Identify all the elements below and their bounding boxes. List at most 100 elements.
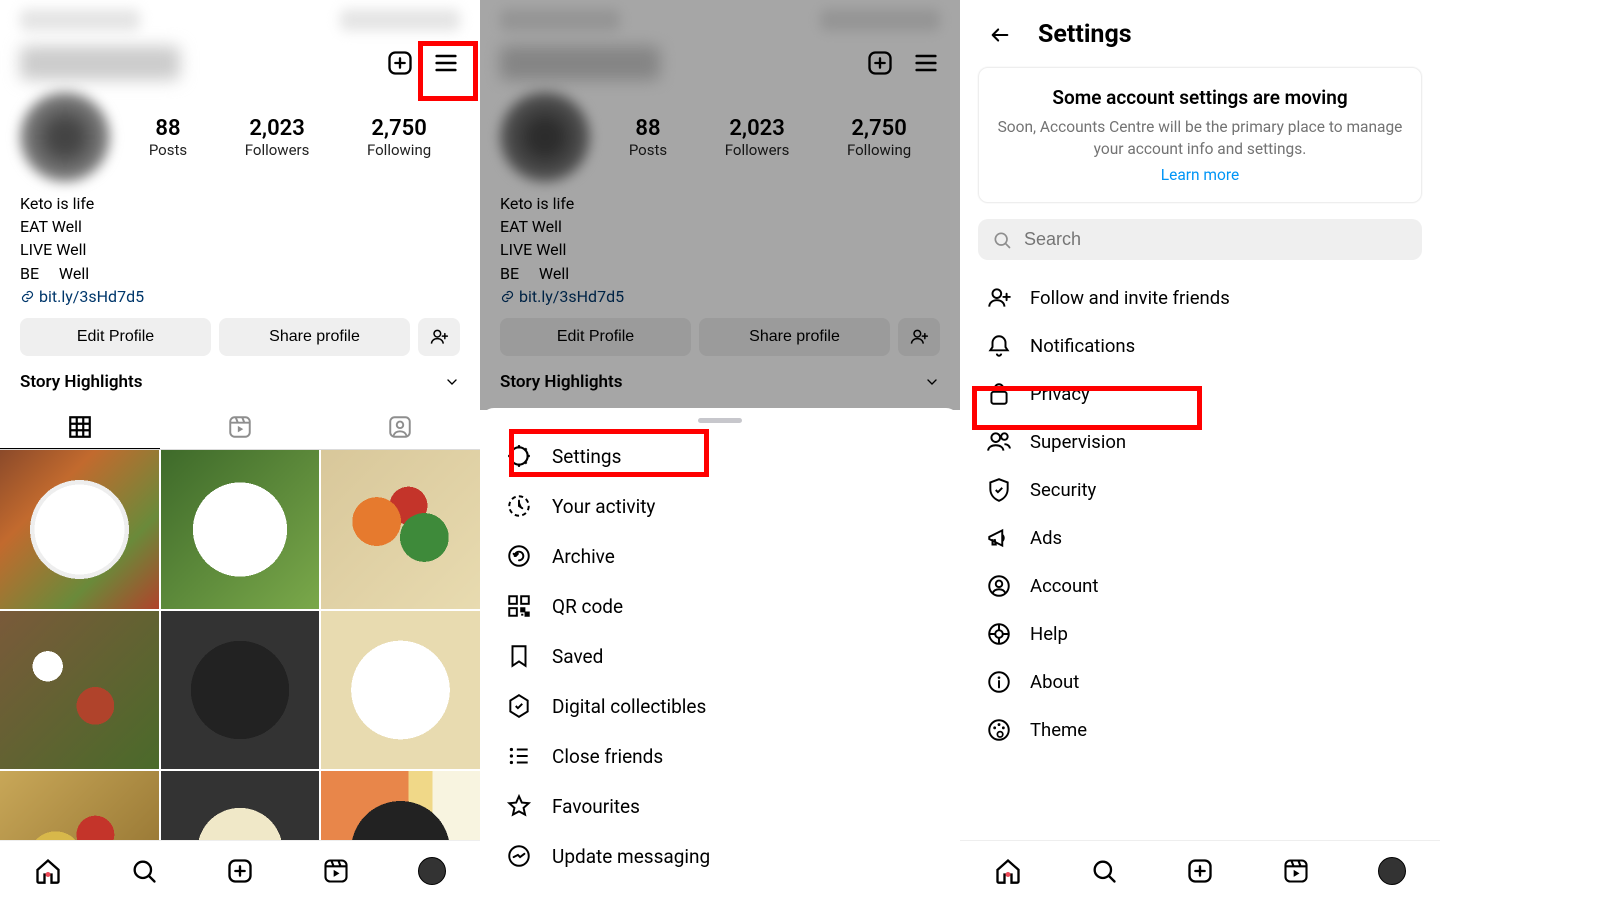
nav-home-icon[interactable] bbox=[994, 857, 1022, 885]
reels-icon bbox=[227, 414, 253, 440]
settings-item-theme[interactable]: Theme bbox=[960, 706, 1440, 754]
menu-item-archive[interactable]: Archive bbox=[480, 531, 960, 581]
link-icon bbox=[20, 289, 35, 304]
settings-item-ads[interactable]: Ads bbox=[960, 514, 1440, 562]
grid-icon bbox=[67, 414, 93, 440]
setting-label: Notifications bbox=[1030, 335, 1135, 357]
notice-title: Some account settings are moving bbox=[995, 86, 1405, 109]
nav-profile-avatar[interactable] bbox=[418, 857, 446, 885]
settings-title: Settings bbox=[1038, 20, 1132, 49]
lock-icon bbox=[986, 381, 1012, 407]
setting-label: Ads bbox=[1030, 527, 1062, 549]
settings-item-account[interactable]: Account bbox=[960, 562, 1440, 610]
sheet-handle[interactable] bbox=[698, 418, 742, 423]
profile-screen: 88Posts 2,023Followers 2,750Following Ke… bbox=[0, 0, 480, 900]
help-icon bbox=[986, 621, 1012, 647]
setting-label: Supervision bbox=[1030, 431, 1126, 453]
following-count: 2,750 bbox=[367, 116, 431, 141]
profile-avatar[interactable] bbox=[20, 92, 110, 182]
post-thumbnail[interactable] bbox=[321, 611, 480, 770]
archive-icon bbox=[506, 543, 532, 569]
notification-dot bbox=[1006, 872, 1011, 877]
info-icon bbox=[986, 669, 1012, 695]
post-thumbnail[interactable] bbox=[0, 611, 159, 770]
bottom-nav bbox=[960, 840, 1440, 900]
menu-item-settings[interactable]: Settings bbox=[480, 431, 960, 481]
posts-grid bbox=[0, 450, 480, 900]
settings-search[interactable] bbox=[978, 219, 1422, 260]
setting-label: Security bbox=[1030, 479, 1096, 501]
menu-item-qr[interactable]: QR code bbox=[480, 581, 960, 631]
bell-icon bbox=[986, 333, 1012, 359]
settings-notice: Some account settings are moving Soon, A… bbox=[978, 67, 1422, 203]
nav-reels-icon[interactable] bbox=[322, 857, 350, 885]
story-highlights-toggle[interactable]: Story Highlights bbox=[0, 360, 480, 402]
tab-grid[interactable] bbox=[0, 406, 160, 449]
search-icon bbox=[992, 230, 1012, 250]
redacted bbox=[340, 9, 460, 31]
menu-item-label: Update messaging bbox=[552, 845, 710, 868]
posts-count: 88 bbox=[149, 116, 187, 141]
star-icon bbox=[506, 793, 532, 819]
settings-item-follow-invite[interactable]: Follow and invite friends bbox=[960, 274, 1440, 322]
notice-learn-more-link[interactable]: Learn more bbox=[995, 166, 1405, 184]
following-stat[interactable]: 2,750Following bbox=[367, 116, 431, 159]
qr-icon bbox=[506, 593, 532, 619]
menu-item-activity[interactable]: Your activity bbox=[480, 481, 960, 531]
menu-item-messaging[interactable]: Update messaging bbox=[480, 831, 960, 881]
menu-item-saved[interactable]: Saved bbox=[480, 631, 960, 681]
settings-item-privacy[interactable]: Privacy bbox=[960, 370, 1440, 418]
setting-label: About bbox=[1030, 671, 1079, 693]
tab-tagged[interactable] bbox=[320, 406, 480, 449]
menu-item-collectibles[interactable]: Digital collectibles bbox=[480, 681, 960, 731]
settings-item-security[interactable]: Security bbox=[960, 466, 1440, 514]
bookmark-icon bbox=[506, 643, 532, 669]
back-button[interactable] bbox=[986, 24, 1014, 46]
menu-button[interactable] bbox=[432, 49, 460, 77]
search-input[interactable] bbox=[1024, 229, 1408, 250]
modal-backdrop[interactable] bbox=[480, 0, 960, 410]
palette-icon bbox=[986, 717, 1012, 743]
post-thumbnail[interactable] bbox=[161, 450, 320, 609]
post-thumbnail[interactable] bbox=[321, 450, 480, 609]
nav-create-icon[interactable] bbox=[1186, 857, 1214, 885]
nav-reels-icon[interactable] bbox=[1282, 857, 1310, 885]
post-thumbnail[interactable] bbox=[0, 450, 159, 609]
tab-reels[interactable] bbox=[160, 406, 320, 449]
posts-label: Posts bbox=[149, 141, 187, 159]
menu-item-label: Saved bbox=[552, 645, 603, 668]
menu-item-close-friends[interactable]: Close friends bbox=[480, 731, 960, 781]
edit-profile-button[interactable]: Edit Profile bbox=[20, 318, 211, 356]
settings-item-about[interactable]: About bbox=[960, 658, 1440, 706]
nav-search-icon[interactable] bbox=[130, 857, 158, 885]
messenger-icon bbox=[506, 843, 532, 869]
activity-icon bbox=[506, 493, 532, 519]
settings-item-help[interactable]: Help bbox=[960, 610, 1440, 658]
post-thumbnail[interactable] bbox=[161, 611, 320, 770]
setting-label: Privacy bbox=[1030, 383, 1090, 405]
create-button[interactable] bbox=[386, 49, 414, 77]
settings-item-supervision[interactable]: Supervision bbox=[960, 418, 1440, 466]
discover-people-button[interactable] bbox=[418, 318, 460, 356]
bottom-nav bbox=[0, 840, 480, 900]
share-profile-button[interactable]: Share profile bbox=[219, 318, 410, 356]
settings-item-notifications[interactable]: Notifications bbox=[960, 322, 1440, 370]
hexagon-icon bbox=[506, 693, 532, 719]
nav-profile-avatar[interactable] bbox=[1378, 857, 1406, 885]
nav-search-icon[interactable] bbox=[1090, 857, 1118, 885]
nav-create-icon[interactable] bbox=[226, 857, 254, 885]
redacted bbox=[20, 9, 140, 31]
megaphone-icon bbox=[986, 525, 1012, 551]
nav-home-icon[interactable] bbox=[34, 857, 62, 885]
bio-line: Keto is life bbox=[20, 192, 460, 215]
followers-stat[interactable]: 2,023Followers bbox=[245, 116, 310, 159]
shield-icon bbox=[986, 477, 1012, 503]
chevron-down-icon bbox=[444, 374, 460, 390]
menu-bottom-sheet: Settings Your activity Archive QR code S… bbox=[480, 408, 960, 900]
setting-label: Help bbox=[1030, 623, 1068, 645]
bio-link[interactable]: bit.ly/3sHd7d5 bbox=[20, 285, 460, 308]
menu-item-favourites[interactable]: Favourites bbox=[480, 781, 960, 831]
list-icon bbox=[506, 743, 532, 769]
posts-stat[interactable]: 88Posts bbox=[149, 116, 187, 159]
gear-icon bbox=[506, 443, 532, 469]
